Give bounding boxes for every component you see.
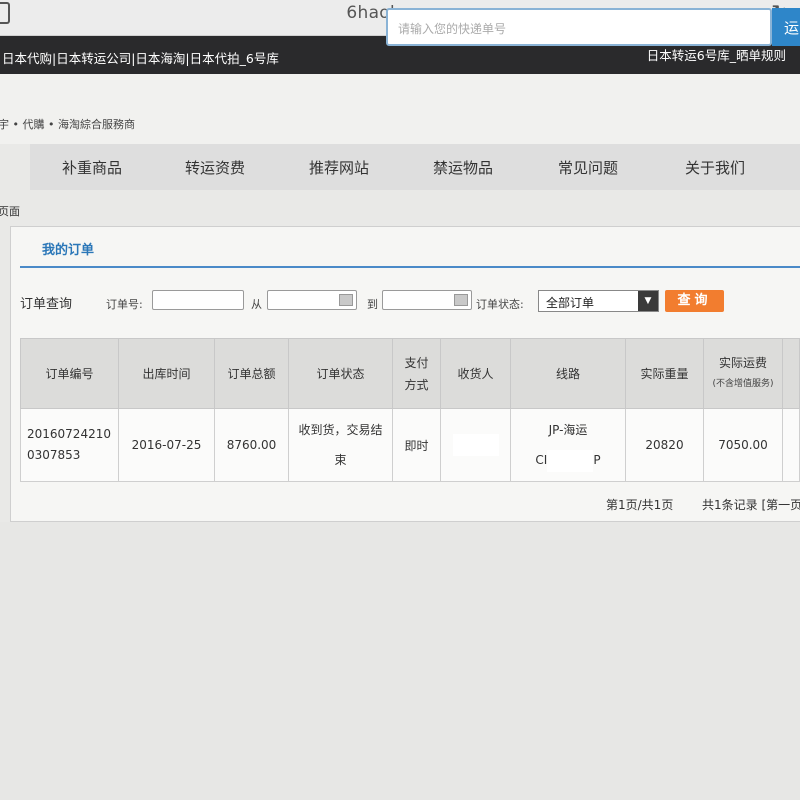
col-header-freight: 实际运费 (不含增值服务) xyxy=(703,338,783,409)
route-name: JP-海运 xyxy=(548,423,588,437)
col-header-route: 线路 xyxy=(510,338,626,409)
redacted-receiver xyxy=(452,434,499,456)
redacted-route-code xyxy=(547,449,594,472)
col-header-weight: 实际重量 xyxy=(625,338,704,409)
extra-cell xyxy=(782,408,800,482)
table-header-row: 订单编号 出库时间 订单总额 订单状态 支付方式 收货人 线路 实际重量 实际运… xyxy=(20,338,800,409)
top-right-link[interactable]: 日本转运6号库_晒单规则 xyxy=(647,45,786,64)
route-code-suffix: P xyxy=(593,453,601,467)
calendar-icon[interactable] xyxy=(339,294,353,306)
record-info[interactable]: 共1条记录 [第一页 xyxy=(702,496,800,513)
out-time-cell: 2016-07-25 xyxy=(118,408,215,482)
site-header: 宇 • 代購 • 海淘綜合服務商 xyxy=(0,74,800,144)
order-number-link[interactable]: 201607242100307853 xyxy=(20,408,119,482)
panel-title: 我的订单 xyxy=(42,243,95,258)
site-tagline: 宇 • 代購 • 海淘綜合服務商 xyxy=(0,118,135,131)
to-label: 到 xyxy=(367,298,378,311)
calendar-icon[interactable] xyxy=(454,294,468,306)
freight-header-label: 实际运费 xyxy=(718,356,767,370)
nav-item-about-us[interactable]: 关于我们 xyxy=(685,157,745,178)
top-links[interactable]: 日本代购|日本转运公司|日本海淘|日本代拍_6号库 xyxy=(2,48,279,67)
status-select-value: 全部订单 xyxy=(546,296,595,310)
col-header-extra xyxy=(782,338,800,409)
nav-item-reweigh[interactable]: 补重商品 xyxy=(62,157,122,178)
tracking-search-input[interactable]: 请输入您的快递单号 xyxy=(386,8,772,46)
query-button[interactable]: 查询 xyxy=(665,290,724,312)
col-header-total: 订单总额 xyxy=(214,338,289,409)
title-divider xyxy=(20,266,800,268)
col-header-out-time: 出库时间 xyxy=(118,338,215,409)
route-code: CI P xyxy=(511,445,625,475)
receiver-cell xyxy=(440,408,511,482)
nav-item-shipping-fees[interactable]: 转运资费 xyxy=(185,157,245,178)
nav-item-prohibited-items[interactable]: 禁运物品 xyxy=(433,157,493,178)
total-cell: 8760.00 xyxy=(214,408,289,482)
table-row: 201607242100307853 2016-07-25 8760.00 收到… xyxy=(20,408,800,482)
weight-cell: 20820 xyxy=(625,408,704,482)
to-date-input[interactable] xyxy=(382,290,472,310)
search-button[interactable]: 运 xyxy=(772,8,800,46)
status-cell: 收到货，交易结束 xyxy=(288,408,393,482)
col-header-payment: 支付方式 xyxy=(392,338,441,409)
main-nav: 补重商品 转运资费 推荐网站 禁运物品 常见问题 关于我们 xyxy=(30,144,800,190)
breadcrumb: 页面 xyxy=(0,205,20,218)
order-no-input[interactable] xyxy=(152,290,244,310)
chevron-down-icon[interactable]: ▼ xyxy=(638,291,658,311)
query-label: 订单查询 xyxy=(20,297,73,312)
col-header-order-no: 订单编号 xyxy=(20,338,119,409)
freight-header-note: (不含增值服务) xyxy=(712,379,774,389)
order-no-label: 订单号: xyxy=(106,298,143,311)
from-date-input[interactable] xyxy=(267,290,357,310)
nav-item-recommended-sites[interactable]: 推荐网站 xyxy=(309,157,369,178)
col-header-status: 订单状态 xyxy=(288,338,393,409)
page-info: 第1页/共1页 xyxy=(606,498,674,512)
col-header-receiver: 收货人 xyxy=(440,338,511,409)
payment-cell: 即时 xyxy=(392,408,441,482)
status-select[interactable]: 全部订单 ▼ xyxy=(538,290,659,312)
from-label: 从 xyxy=(251,298,262,311)
status-label: 订单状态: xyxy=(476,298,524,311)
nav-item-faq[interactable]: 常见问题 xyxy=(558,157,618,178)
page-background xyxy=(0,522,800,800)
freight-cell: 7050.00 xyxy=(703,408,783,482)
route-code-prefix: CI xyxy=(535,453,548,467)
route-cell: JP-海运 CI P xyxy=(510,408,626,482)
orders-table: 订单编号 出库时间 订单总额 订单状态 支付方式 收货人 线路 实际重量 实际运… xyxy=(20,338,800,482)
